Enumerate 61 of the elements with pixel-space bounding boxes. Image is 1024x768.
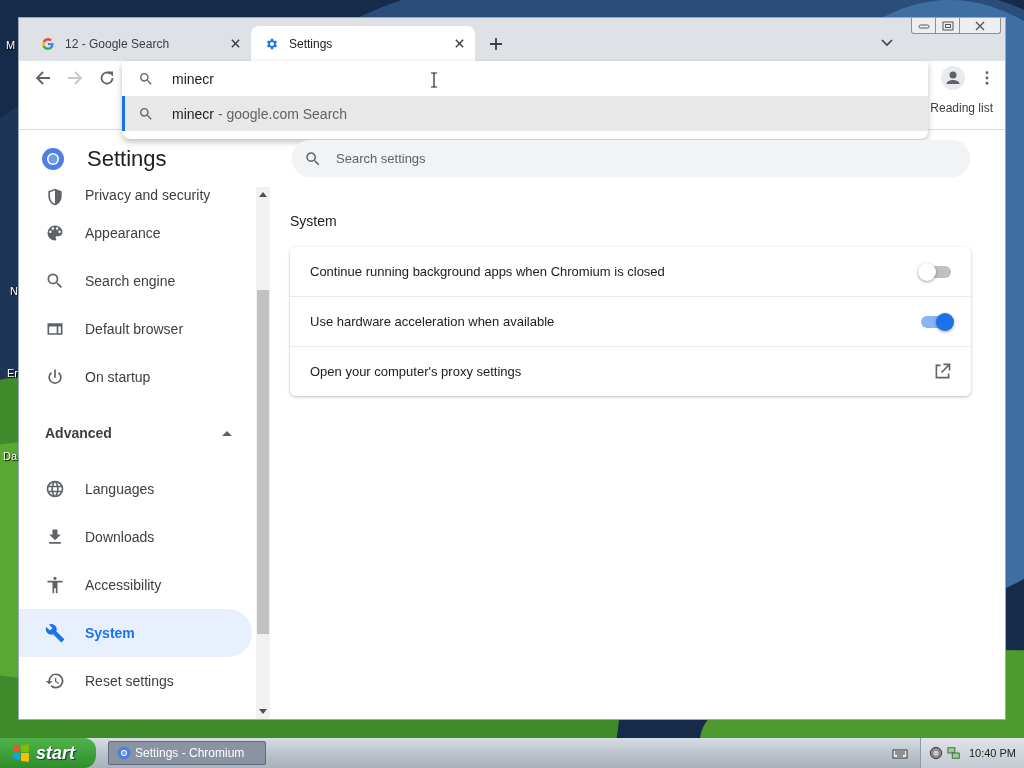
- network-icon[interactable]: [946, 746, 961, 760]
- advanced-section-toggle[interactable]: Advanced: [19, 401, 256, 465]
- profile-avatar-icon[interactable]: [941, 66, 965, 90]
- section-title: System: [290, 213, 338, 229]
- search-icon: [138, 105, 154, 122]
- sidebar-item[interactable]: Accessibility: [19, 561, 252, 609]
- wrench-icon: [45, 623, 65, 643]
- page-title: Settings: [87, 145, 167, 172]
- google-icon: [41, 36, 55, 51]
- reading-list-button[interactable]: Reading list: [930, 101, 993, 115]
- text-cursor-icon: [430, 72, 438, 88]
- browser-tab[interactable]: Settings: [251, 26, 475, 61]
- close-icon[interactable]: [454, 38, 465, 49]
- search-icon: [138, 70, 154, 87]
- chromium-logo-icon: [41, 146, 65, 171]
- close-icon[interactable]: [230, 38, 241, 49]
- sidebar-item[interactable]: Default browser: [19, 305, 252, 353]
- accessibility-icon: [45, 575, 65, 595]
- scrollbar-thumb[interactable]: [257, 290, 269, 634]
- chromium-logo-icon: [117, 746, 131, 760]
- scrollbar[interactable]: [256, 187, 270, 719]
- close-icon: [974, 20, 986, 31]
- gear-icon: [265, 36, 279, 51]
- chevron-down-icon[interactable]: [881, 39, 893, 47]
- sidebar-item[interactable]: System: [19, 609, 252, 657]
- sidebar-item[interactable]: Privacy and security: [19, 187, 252, 209]
- setting-label: Use hardware acceleration when available: [310, 314, 555, 329]
- back-arrow-icon[interactable]: [35, 70, 51, 86]
- desktop-icon-label[interactable]: M: [6, 39, 16, 51]
- desktop-icon-label[interactable]: Er: [7, 367, 18, 379]
- clock: 10:40 PM: [968, 747, 1016, 759]
- toggle-switch[interactable]: [921, 315, 951, 328]
- restore-icon: [941, 20, 954, 31]
- sidebar-item[interactable]: Reset settings: [19, 657, 252, 705]
- palette-icon: [45, 223, 65, 243]
- sidebar-item[interactable]: Search engine: [19, 257, 252, 305]
- windows-flag-icon: [12, 744, 30, 762]
- sidebar-item[interactable]: Downloads: [19, 513, 252, 561]
- plus-icon[interactable]: [489, 37, 503, 51]
- reload-icon[interactable]: [99, 70, 115, 86]
- search-icon: [45, 271, 65, 291]
- search-icon: [304, 150, 322, 168]
- browser-tab[interactable]: 12 - Google Search: [27, 26, 251, 61]
- setting-label: Open your computer's proxy settings: [310, 364, 522, 379]
- search-suggestion[interactable]: minecr - google.com Search: [122, 96, 928, 131]
- keyboard-icon[interactable]: [891, 747, 908, 759]
- sidebar-item[interactable]: Appearance: [19, 209, 252, 257]
- suggestion-text: minecr - google.com Search: [172, 105, 348, 122]
- search-settings-field[interactable]: Search settings: [292, 140, 970, 177]
- history-icon: [45, 671, 65, 691]
- globe-icon: [45, 479, 65, 499]
- sidebar-item[interactable]: Languages: [19, 465, 252, 513]
- sidebar-item[interactable]: On startup: [19, 353, 252, 401]
- power-icon: [45, 367, 65, 387]
- desktop-icon-label[interactable]: N: [10, 285, 18, 297]
- setting-label: Continue running background apps when Chromium is closed: [310, 264, 665, 279]
- scroll-down-icon[interactable]: [259, 709, 267, 714]
- menu-icon[interactable]: [985, 71, 989, 85]
- external-link-icon[interactable]: [934, 363, 951, 380]
- scroll-up-icon[interactable]: [259, 192, 267, 197]
- toggle-switch[interactable]: [921, 265, 951, 278]
